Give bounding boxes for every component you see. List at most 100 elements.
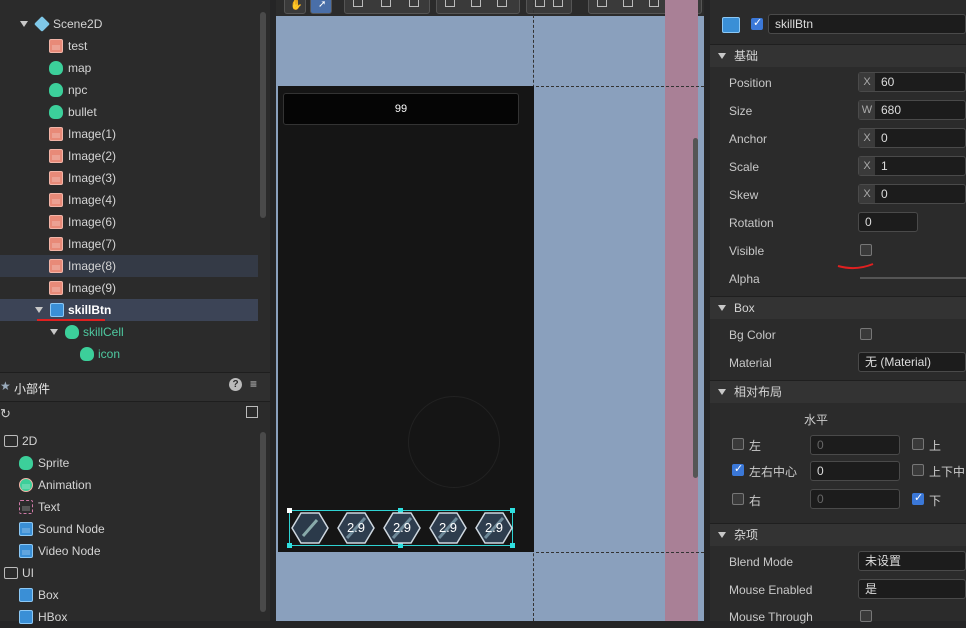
alpha-slider[interactable] bbox=[860, 277, 966, 279]
align-vertical-group[interactable] bbox=[436, 0, 520, 14]
tree-row[interactable]: map bbox=[0, 57, 258, 79]
tree-row-label: Image(4) bbox=[68, 193, 117, 207]
align-right-icon[interactable] bbox=[409, 0, 419, 7]
cooldown-text: 2.9 bbox=[392, 520, 412, 535]
game-canvas[interactable] bbox=[278, 86, 534, 552]
align-center-icon[interactable] bbox=[381, 0, 391, 7]
refresh-icon[interactable]: ↻ bbox=[0, 406, 11, 422]
cooldown-text: 2.9 bbox=[438, 520, 458, 535]
same-width-icon[interactable] bbox=[623, 0, 633, 7]
skill-cell[interactable]: 2.9 bbox=[475, 512, 513, 544]
tree-row-icon[interactable]: icon bbox=[0, 343, 258, 365]
skill-cell[interactable]: 2.9 bbox=[337, 512, 375, 544]
scene-scrollbar[interactable] bbox=[693, 138, 698, 478]
tree-row-skillbtn[interactable]: skillBtn bbox=[0, 299, 258, 321]
anchor-x-input[interactable]: X0 bbox=[858, 128, 966, 148]
sprite-icon bbox=[65, 325, 79, 339]
tree-row[interactable]: Image(4) bbox=[0, 189, 258, 211]
mouseenabled-select[interactable]: 是 bbox=[858, 579, 966, 599]
size-group[interactable] bbox=[588, 0, 668, 14]
bgcolor-checkbox[interactable] bbox=[860, 328, 872, 340]
node-name-input[interactable]: skillBtn bbox=[768, 14, 966, 34]
visible-checkbox[interactable] bbox=[860, 244, 872, 256]
tree-row-label: Image(3) bbox=[68, 171, 117, 185]
widget-item[interactable]: Box bbox=[0, 584, 258, 606]
skill-cell-empty[interactable] bbox=[291, 512, 329, 544]
grid-icon[interactable] bbox=[649, 0, 659, 7]
scale-x-input[interactable]: X1 bbox=[858, 156, 966, 176]
select-tool-button[interactable]: ➚ bbox=[310, 0, 332, 14]
hierarchy-panel: Scene2D test map npc bullet Image(1) Image(2)… bbox=[0, 0, 270, 624]
section-layout[interactable]: 相对布局 bbox=[710, 380, 966, 403]
widget-item[interactable]: Video Node bbox=[0, 540, 258, 562]
image-icon bbox=[49, 237, 63, 251]
widget-group[interactable]: 2D bbox=[0, 430, 258, 452]
tree-row[interactable]: Image(9) bbox=[0, 277, 258, 299]
right-input[interactable]: 0 bbox=[810, 489, 900, 509]
blendmode-select[interactable]: 未设置 bbox=[858, 551, 966, 571]
tree-row[interactable]: Image(7) bbox=[0, 233, 258, 255]
tree-row-scene[interactable]: Scene2D bbox=[0, 13, 258, 35]
skew-x-input[interactable]: X0 bbox=[858, 184, 966, 204]
widget-item[interactable]: Animation bbox=[0, 474, 258, 496]
bottom-checkbox[interactable] bbox=[912, 491, 924, 505]
section-box[interactable]: Box bbox=[710, 296, 966, 319]
align-group[interactable] bbox=[344, 0, 430, 14]
hierarchy-scrollbar[interactable] bbox=[260, 12, 266, 218]
section-misc[interactable]: 杂项 bbox=[710, 523, 966, 546]
align-bottom-icon[interactable] bbox=[497, 0, 507, 7]
widget-item-label: Sound Node bbox=[38, 522, 105, 536]
material-select[interactable]: 无 (Material) bbox=[858, 352, 966, 372]
tree-row[interactable]: test bbox=[0, 35, 258, 57]
distribute-v-icon[interactable] bbox=[553, 0, 563, 7]
tree-row[interactable]: Image(1) bbox=[0, 123, 258, 145]
section-basic[interactable]: 基础 bbox=[710, 44, 966, 67]
rotation-input[interactable]: 0 bbox=[858, 212, 918, 232]
size-w-input[interactable]: W 680 bbox=[858, 100, 966, 120]
hand-tool-button[interactable]: ✋ bbox=[284, 0, 306, 14]
widget-item[interactable]: HBox bbox=[0, 606, 258, 628]
tree-row[interactable]: npc bbox=[0, 79, 258, 101]
rotation-label: Rotation bbox=[729, 216, 774, 230]
right-checkbox[interactable] bbox=[732, 493, 744, 505]
tree-row[interactable]: Image(8) bbox=[0, 255, 258, 277]
widget-item-label: Box bbox=[38, 588, 59, 602]
folder-icon bbox=[4, 435, 18, 447]
image-icon bbox=[49, 39, 63, 53]
align-left-icon[interactable] bbox=[353, 0, 363, 7]
skill-cell[interactable]: 2.9 bbox=[383, 512, 421, 544]
widgets-scrollbar[interactable] bbox=[260, 432, 266, 612]
widgets-header: ★ 小部件 ? ≡ bbox=[0, 372, 270, 402]
tree-row-skillcell[interactable]: skillCell bbox=[0, 321, 258, 343]
image-icon bbox=[49, 149, 63, 163]
same-height-icon[interactable] bbox=[597, 0, 607, 7]
widget-item[interactable]: Text bbox=[0, 496, 258, 518]
tree-row[interactable]: Image(3) bbox=[0, 167, 258, 189]
widgets-title: 小部件 bbox=[14, 382, 51, 396]
align-middle-icon[interactable] bbox=[471, 0, 481, 7]
widget-item[interactable]: Sprite bbox=[0, 452, 258, 474]
folder-icon bbox=[4, 567, 18, 579]
left-input[interactable]: 0 bbox=[810, 435, 900, 455]
image-icon bbox=[49, 215, 63, 229]
mousethrough-checkbox[interactable] bbox=[860, 610, 872, 622]
tree-row[interactable]: Image(6) bbox=[0, 211, 258, 233]
tree-row[interactable]: Image(2) bbox=[0, 145, 258, 167]
position-x-input[interactable]: X 60 bbox=[858, 72, 966, 92]
center-input[interactable]: 0 bbox=[810, 461, 900, 481]
align-top-icon[interactable] bbox=[445, 0, 455, 7]
node-active-checkbox[interactable] bbox=[751, 16, 763, 30]
widget-item[interactable]: Sound Node bbox=[0, 518, 258, 540]
top-checkbox[interactable] bbox=[912, 438, 924, 450]
center-checkbox[interactable] bbox=[732, 462, 744, 476]
skill-cell[interactable]: 2.9 bbox=[429, 512, 467, 544]
left-checkbox[interactable] bbox=[732, 438, 744, 450]
collapse-icon[interactable] bbox=[246, 406, 258, 418]
help-icon[interactable]: ? bbox=[229, 378, 242, 391]
tree-row[interactable]: bullet bbox=[0, 101, 258, 123]
menu-icon[interactable]: ≡ bbox=[250, 377, 257, 391]
widget-group[interactable]: UI bbox=[0, 562, 258, 584]
distribute-h-icon[interactable] bbox=[535, 0, 545, 7]
widget-item-label: Text bbox=[38, 500, 61, 514]
middle-checkbox[interactable] bbox=[912, 464, 924, 476]
